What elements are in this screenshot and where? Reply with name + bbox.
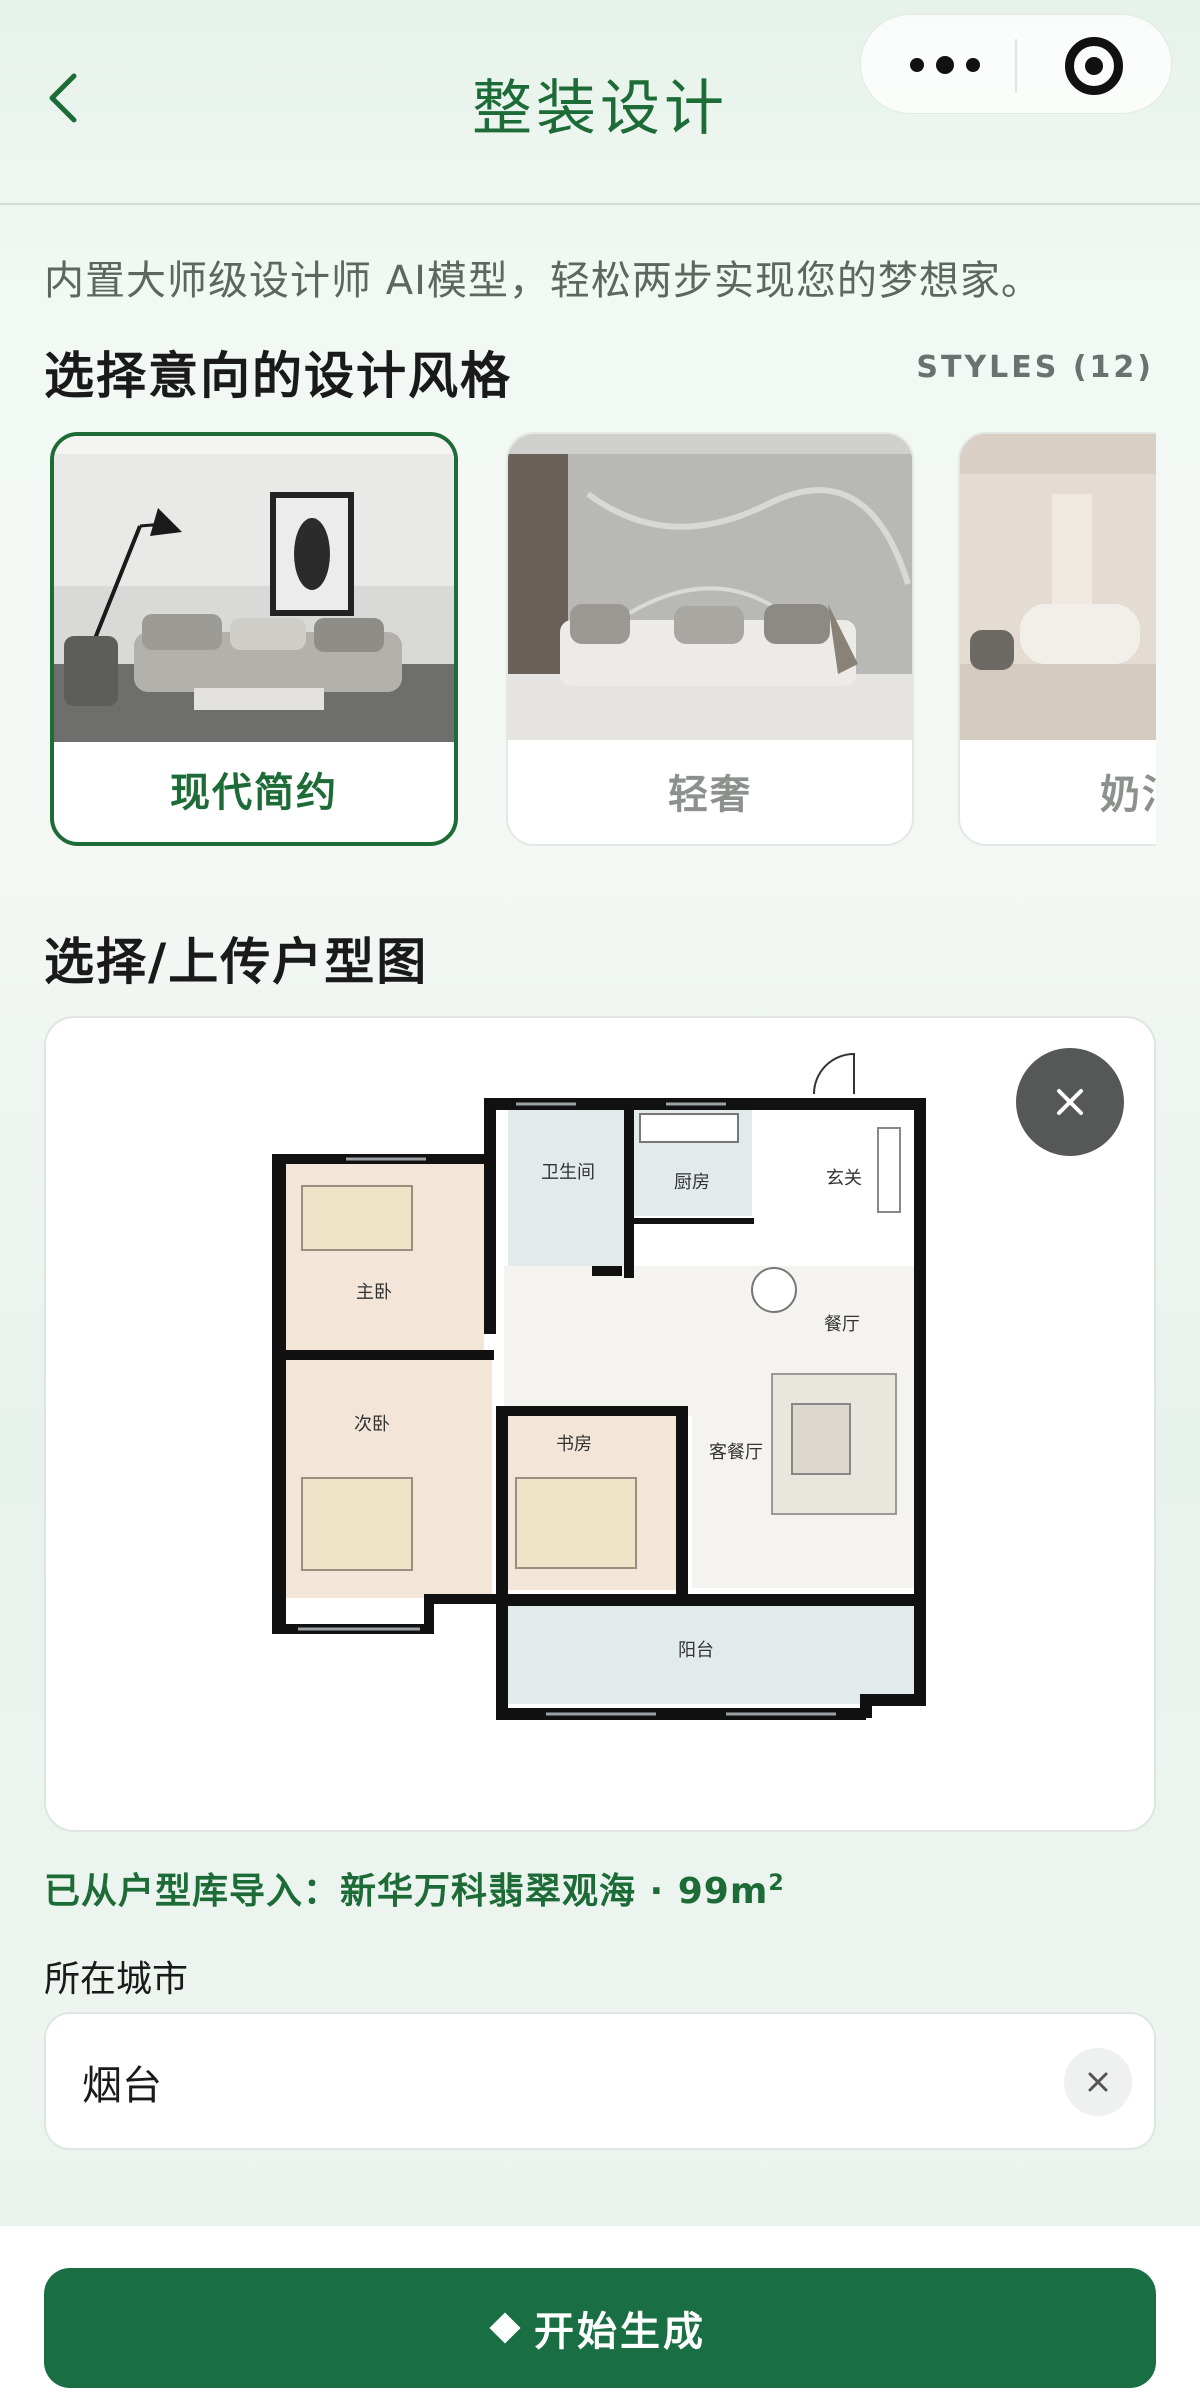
clear-city-button[interactable] xyxy=(1064,2048,1132,2116)
remove-floorplan-button[interactable] xyxy=(1016,1048,1124,1156)
close-icon xyxy=(1057,1089,1083,1115)
style-label: 现代简约 xyxy=(170,770,338,816)
area-unit-superscript: 2 xyxy=(768,1871,785,1896)
floorplan-image: 卫生间 厨房 玄关 主卧 餐厅 次卧 书房 客餐厅 阳台 xyxy=(272,1052,926,1720)
style-card-cream[interactable]: 奶油 xyxy=(958,432,1156,846)
room-bathroom xyxy=(508,1100,628,1278)
room-label: 次卧 xyxy=(354,1414,390,1435)
room-label: 书房 xyxy=(556,1434,592,1455)
import-source-note: 已从户型库导入：新华万科翡翠观海 · 99m2 xyxy=(44,1862,785,1914)
room-label: 厨房 xyxy=(674,1172,710,1193)
style-card-modern[interactable]: 现代简约 xyxy=(50,432,458,846)
styles-section-title: 选择意向的设计风格 xyxy=(44,347,512,405)
style-thumbnail xyxy=(508,434,912,740)
room-label: 玄关 xyxy=(826,1168,862,1189)
target-icon xyxy=(1085,57,1103,75)
style-carousel[interactable]: 现代简约 轻奢 奶 xyxy=(44,428,1156,848)
style-thumbnail xyxy=(960,434,1156,740)
room-label: 卫生间 xyxy=(541,1162,595,1183)
room-label: 餐厅 xyxy=(824,1314,860,1335)
import-source: 新华万科翡翠观海 · 99m xyxy=(340,1871,769,1912)
import-prefix: 已从户型库导入： xyxy=(44,1871,341,1912)
capsule-divider xyxy=(1015,39,1017,93)
room-label: 阳台 xyxy=(678,1640,714,1661)
city-field[interactable] xyxy=(44,2012,1156,2150)
nav-bar: 整装设计 xyxy=(0,0,1200,205)
generate-button[interactable]: 开始生成 xyxy=(44,2268,1156,2388)
city-input[interactable] xyxy=(82,2044,982,2120)
style-label: 奶油 xyxy=(1100,772,1156,818)
intro-subtitle: 内置大师级设计师 AI模型，轻松两步实现您的梦想家。 xyxy=(44,258,1042,304)
more-button[interactable] xyxy=(905,37,985,93)
more-dots-icon xyxy=(910,58,924,72)
diamond-icon xyxy=(489,2312,521,2344)
style-thumbnail xyxy=(54,436,454,742)
city-label: 所在城市 xyxy=(44,1959,189,2000)
footer-bar: 开始生成 xyxy=(0,2226,1200,2407)
mini-program-capsule xyxy=(860,14,1172,114)
style-label: 轻奢 xyxy=(668,772,752,818)
room-label: 主卧 xyxy=(356,1282,392,1303)
close-icon xyxy=(1088,2072,1108,2092)
styles-count: STYLES (12) xyxy=(916,350,1154,385)
room-label: 客餐厅 xyxy=(709,1442,763,1463)
generate-label: 开始生成 xyxy=(534,2309,706,2355)
more-dot-center xyxy=(936,56,954,74)
floorplan-section-title: 选择/上传户型图 xyxy=(44,933,429,991)
more-dot-right xyxy=(966,58,980,72)
style-card-light-luxury[interactable]: 轻奢 xyxy=(506,432,914,846)
floorplan-upload-card[interactable]: 卫生间 厨房 玄关 主卧 餐厅 次卧 书房 客餐厅 阳台 xyxy=(44,1016,1156,1832)
close-miniprogram-button[interactable] xyxy=(1065,37,1123,95)
